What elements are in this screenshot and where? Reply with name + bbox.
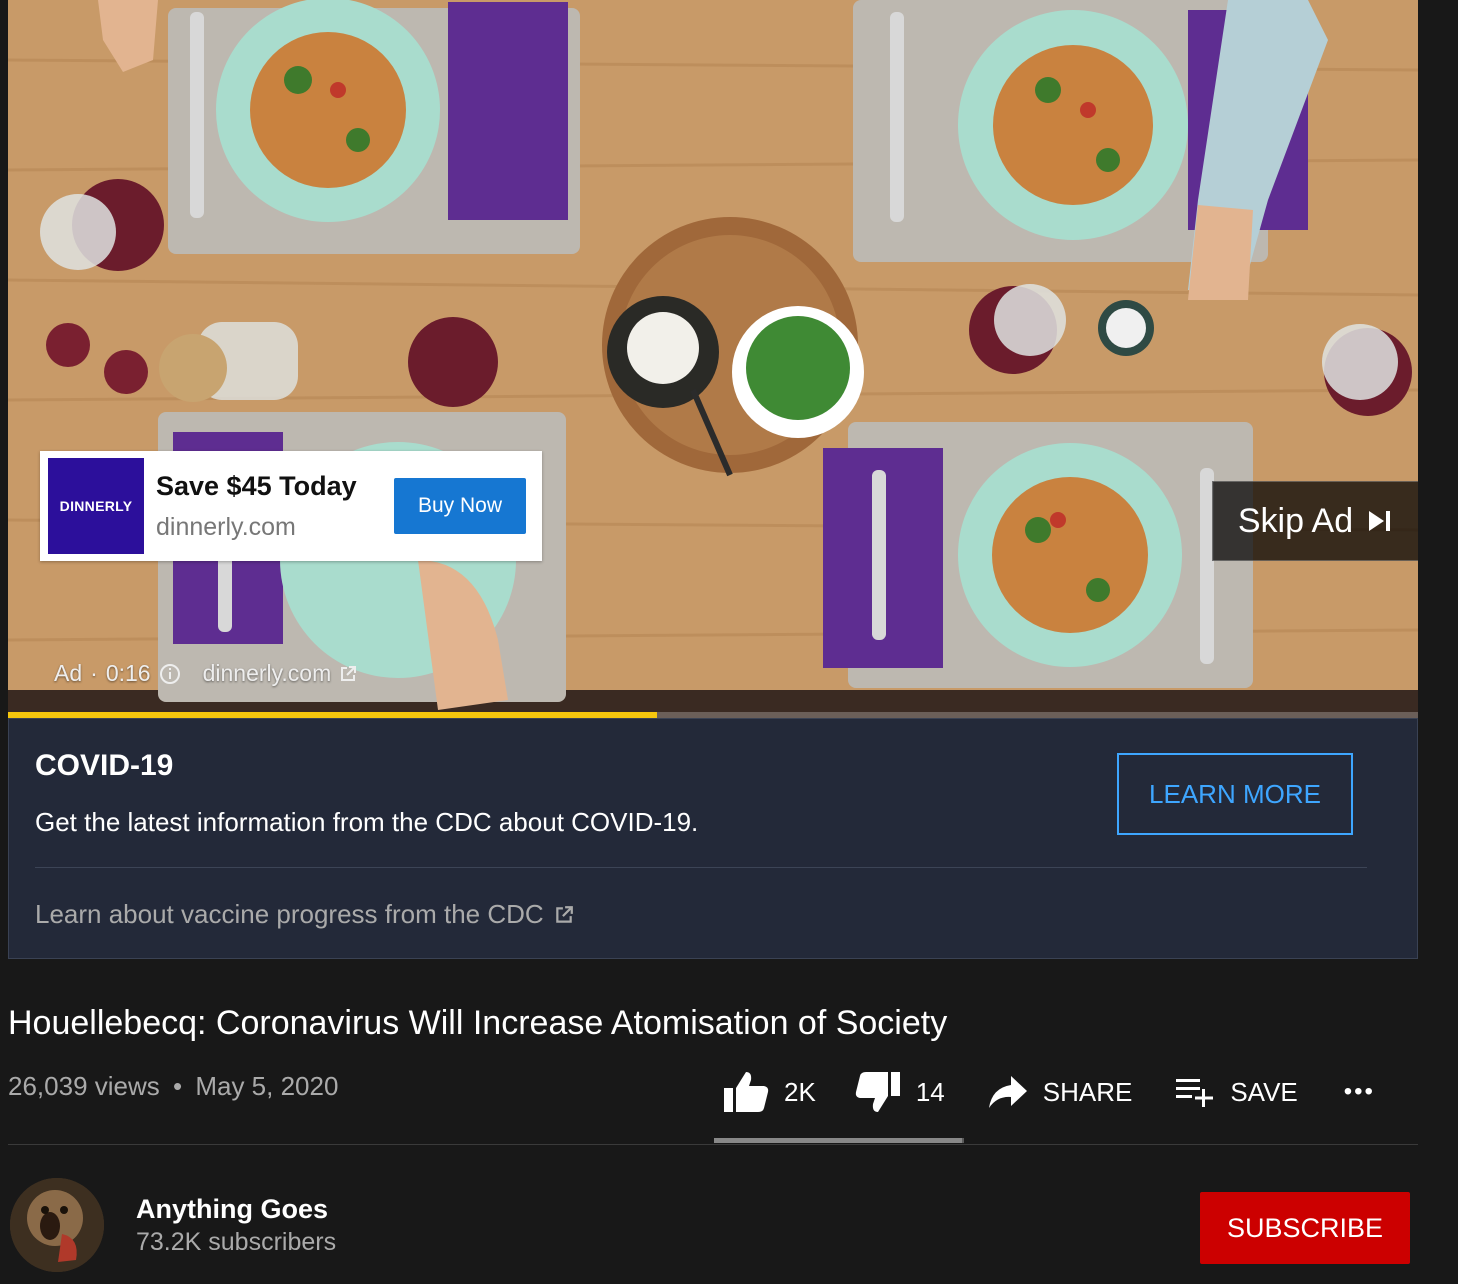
dislike-button[interactable]: 14: [854, 1066, 945, 1118]
ad-link[interactable]: dinnerly.com: [203, 660, 332, 687]
like-dislike-bar: [714, 1138, 964, 1143]
like-ratio-fill: [714, 1138, 962, 1143]
section-divider: [8, 1144, 1418, 1145]
covid-description: Get the latest information from the CDC …: [35, 807, 699, 837]
ad-info-bar: Ad · 0:16 dinnerly.com: [54, 660, 357, 687]
vaccine-link-label: Learn about vaccine progress from the CD…: [35, 899, 544, 929]
external-link-icon: [555, 905, 573, 923]
subscribe-button[interactable]: SUBSCRIBE: [1200, 1192, 1410, 1264]
save-button[interactable]: SAVE: [1174, 1066, 1298, 1118]
ad-headline[interactable]: Save $45 Today: [156, 471, 357, 502]
vaccine-progress-link[interactable]: Learn about vaccine progress from the CD…: [35, 899, 574, 930]
video-title: Houellebecq: Coronavirus Will Increase A…: [8, 1004, 948, 1042]
save-label: SAVE: [1230, 1076, 1298, 1107]
share-arrow-icon: [988, 1076, 1027, 1108]
learn-more-button[interactable]: LEARN MORE: [1117, 753, 1353, 835]
skip-ad-button[interactable]: Skip Ad: [1212, 481, 1418, 561]
thumbs-down-icon: [855, 1072, 900, 1112]
covid-info-panel: COVID-19 Get the latest information from…: [8, 718, 1418, 959]
more-actions-button[interactable]: •••: [1344, 1066, 1375, 1118]
covid-divider: [35, 867, 1367, 868]
ad-label: Ad: [54, 660, 83, 686]
dinnerly-logo[interactable]: DINNERLY: [48, 458, 144, 554]
ad-separator: ·: [90, 660, 98, 686]
like-button[interactable]: 2K: [722, 1066, 816, 1118]
channel-name[interactable]: Anything Goes: [136, 1194, 328, 1225]
upload-date: May 5, 2020: [195, 1071, 339, 1101]
meta-dot: •: [173, 1071, 183, 1101]
ad-overlay-card[interactable]: DINNERLY Save $45 Today dinnerly.com Buy…: [40, 451, 542, 561]
subscriber-count: 73.2K subscribers: [136, 1228, 337, 1256]
like-count: 2K: [784, 1076, 816, 1107]
video-player[interactable]: DINNERLY Save $45 Today dinnerly.com Buy…: [8, 0, 1418, 718]
channel-avatar[interactable]: [10, 1178, 104, 1272]
avatar-image: [10, 1178, 104, 1272]
info-icon[interactable]: [159, 663, 181, 685]
ad-domain[interactable]: dinnerly.com: [156, 513, 296, 542]
external-link-icon[interactable]: [339, 665, 357, 683]
buy-now-button[interactable]: Buy Now: [394, 478, 526, 534]
ad-time-remaining: 0:16: [105, 660, 151, 686]
share-label: SHARE: [1042, 1076, 1133, 1107]
skip-ad-label: Skip Ad: [1237, 501, 1354, 540]
video-actions: 2K 14 SHARE SAVE •••: [722, 1066, 1375, 1118]
share-button[interactable]: SHARE: [987, 1066, 1133, 1118]
video-meta: 26,039 views • May 5, 2020: [8, 1071, 338, 1102]
more-icon: •••: [1343, 1078, 1375, 1105]
ad-video-frame: [8, 0, 1418, 718]
dislike-count: 14: [915, 1076, 945, 1107]
view-count: 26,039 views: [8, 1071, 160, 1101]
skip-next-icon: [1369, 511, 1391, 531]
covid-title: COVID-19: [35, 749, 174, 782]
playlist-add-icon: [1176, 1079, 1214, 1107]
thumbs-up-icon: [724, 1072, 769, 1112]
